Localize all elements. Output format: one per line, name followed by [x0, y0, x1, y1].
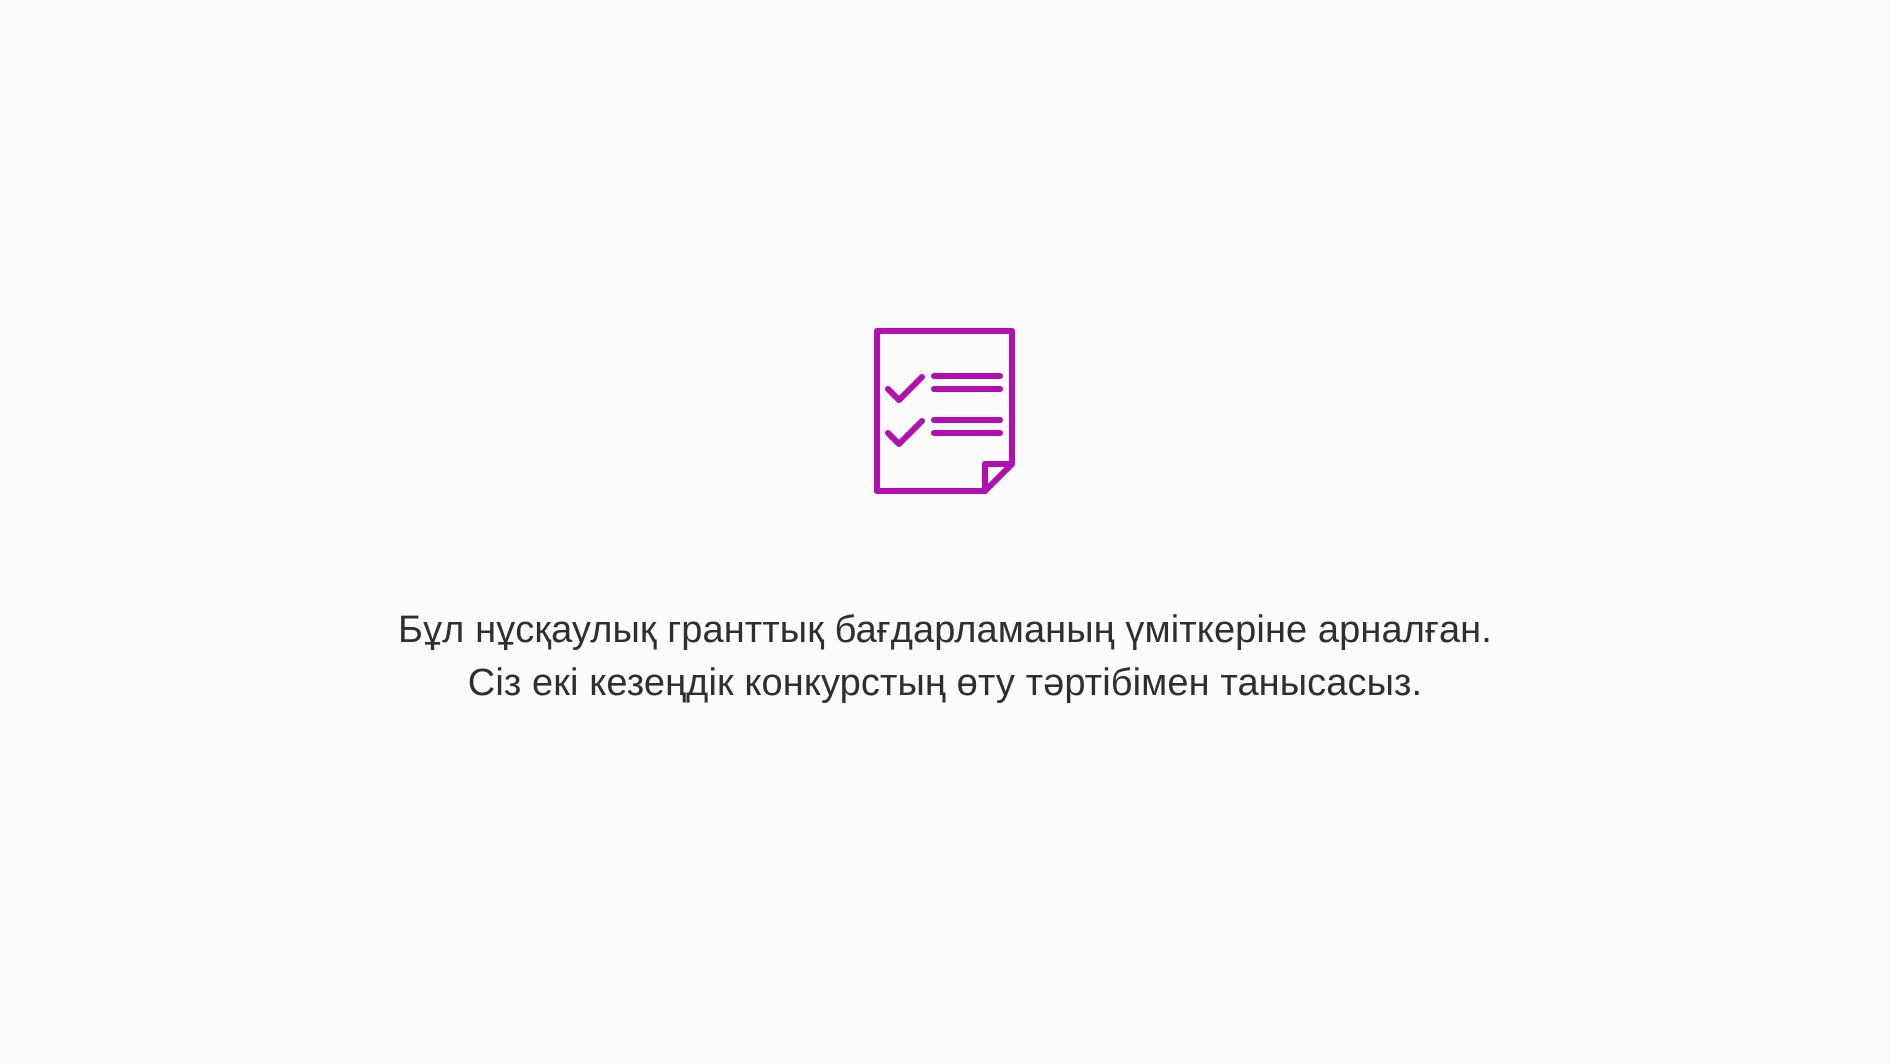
instruction-line-2: Сіз екі кезеңдік конкурстың өту тәртібім…: [467, 662, 1423, 704]
instruction-line-1: Бұл нұсқаулық гранттық бағдарламаның үмі…: [398, 609, 1492, 651]
instruction-message: Бұл нұсқаулық гранттық бағдарламаның үмі…: [0, 604, 1890, 710]
instruction-screen: Бұл нұсқаулық гранттық бағдарламаның үмі…: [0, 0, 1890, 1063]
checklist-document-icon: [872, 326, 1018, 498]
